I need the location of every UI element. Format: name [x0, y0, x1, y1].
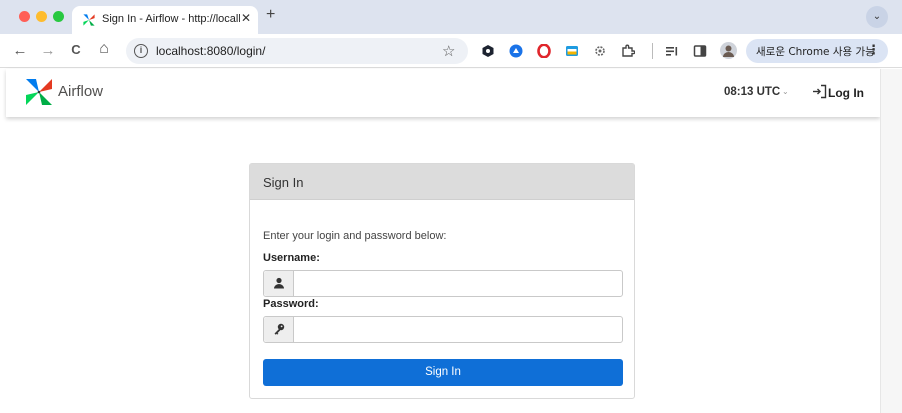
forward-arrow-icon[interactable]: → — [39, 42, 57, 59]
brand-name[interactable]: Airflow — [58, 83, 103, 100]
url-text[interactable]: localhost:8080/login/ — [156, 44, 265, 58]
sign-in-icon[interactable] — [812, 84, 827, 99]
extension-blue-circle-icon[interactable] — [509, 44, 523, 58]
signin-panel-title: Sign In — [263, 175, 304, 190]
utc-clock[interactable]: 08:13 UTC — [724, 86, 780, 98]
password-addon — [264, 317, 294, 342]
bookmark-star-icon[interactable]: ☆ — [442, 42, 455, 60]
username-input[interactable] — [295, 271, 622, 296]
maximize-window-button[interactable] — [53, 11, 64, 22]
airflow-logo-icon[interactable] — [24, 77, 54, 107]
site-info-icon[interactable]: i — [134, 44, 148, 58]
username-addon — [264, 271, 294, 296]
close-window-button[interactable] — [19, 11, 30, 22]
media-queue-icon[interactable] — [665, 44, 679, 58]
login-link[interactable]: Log In — [828, 86, 864, 100]
browser-tab-bar: Sign In - Airflow - http://locall ✕ + ⌄ — [0, 0, 902, 34]
username-label: Username: — [263, 252, 320, 264]
toolbar-separator — [652, 43, 653, 59]
extension-gear-icon[interactable] — [593, 44, 607, 58]
tab-search-chevron-icon[interactable]: ⌄ — [866, 6, 888, 28]
password-input-group — [263, 316, 623, 343]
extension-hexagon-icon[interactable] — [481, 44, 495, 58]
address-bar[interactable]: i localhost:8080/login/ ☆ — [126, 38, 468, 64]
browser-toolbar: ← → C ⌂ i localhost:8080/login/ ☆ 새로운 Ch… — [0, 34, 902, 68]
signin-panel-header: Sign In — [250, 164, 634, 200]
chrome-menu-icon[interactable]: ⋮ — [867, 42, 880, 58]
extension-window-icon[interactable] — [565, 44, 579, 58]
chrome-update-button[interactable]: 새로운 Chrome 사용 가능 ⋮ — [746, 39, 888, 63]
back-arrow-icon[interactable]: ← — [11, 42, 29, 59]
signin-panel: Sign In Enter your login and password be… — [249, 163, 635, 399]
signin-instructions: Enter your login and password below: — [263, 230, 447, 242]
side-panel-icon[interactable] — [693, 44, 707, 58]
profile-avatar-icon[interactable] — [720, 42, 737, 59]
reload-icon[interactable]: C — [67, 42, 85, 57]
home-icon[interactable]: ⌂ — [95, 40, 113, 58]
airflow-favicon-icon — [83, 14, 95, 26]
chevron-down-icon[interactable]: ⌄ — [782, 87, 789, 96]
airflow-navbar: Airflow 08:13 UTC ⌄ Log In — [6, 69, 880, 117]
username-input-group — [263, 270, 623, 297]
tab-title: Sign In - Airflow - http://locall — [102, 13, 240, 25]
new-tab-button[interactable]: + — [266, 6, 275, 24]
opera-icon[interactable] — [537, 44, 551, 58]
signin-button[interactable]: Sign In — [263, 359, 623, 386]
extensions-puzzle-icon[interactable] — [621, 44, 635, 58]
page-scrollbar[interactable] — [880, 69, 902, 413]
browser-tab[interactable]: Sign In - Airflow - http://locall ✕ — [72, 6, 258, 34]
chrome-update-label: 새로운 Chrome 사용 가능 — [756, 46, 875, 58]
tab-close-icon[interactable]: ✕ — [241, 11, 251, 25]
key-icon — [274, 323, 285, 335]
user-icon — [274, 277, 284, 289]
minimize-window-button[interactable] — [36, 11, 47, 22]
password-input[interactable] — [295, 317, 622, 342]
password-label: Password: — [263, 298, 319, 310]
